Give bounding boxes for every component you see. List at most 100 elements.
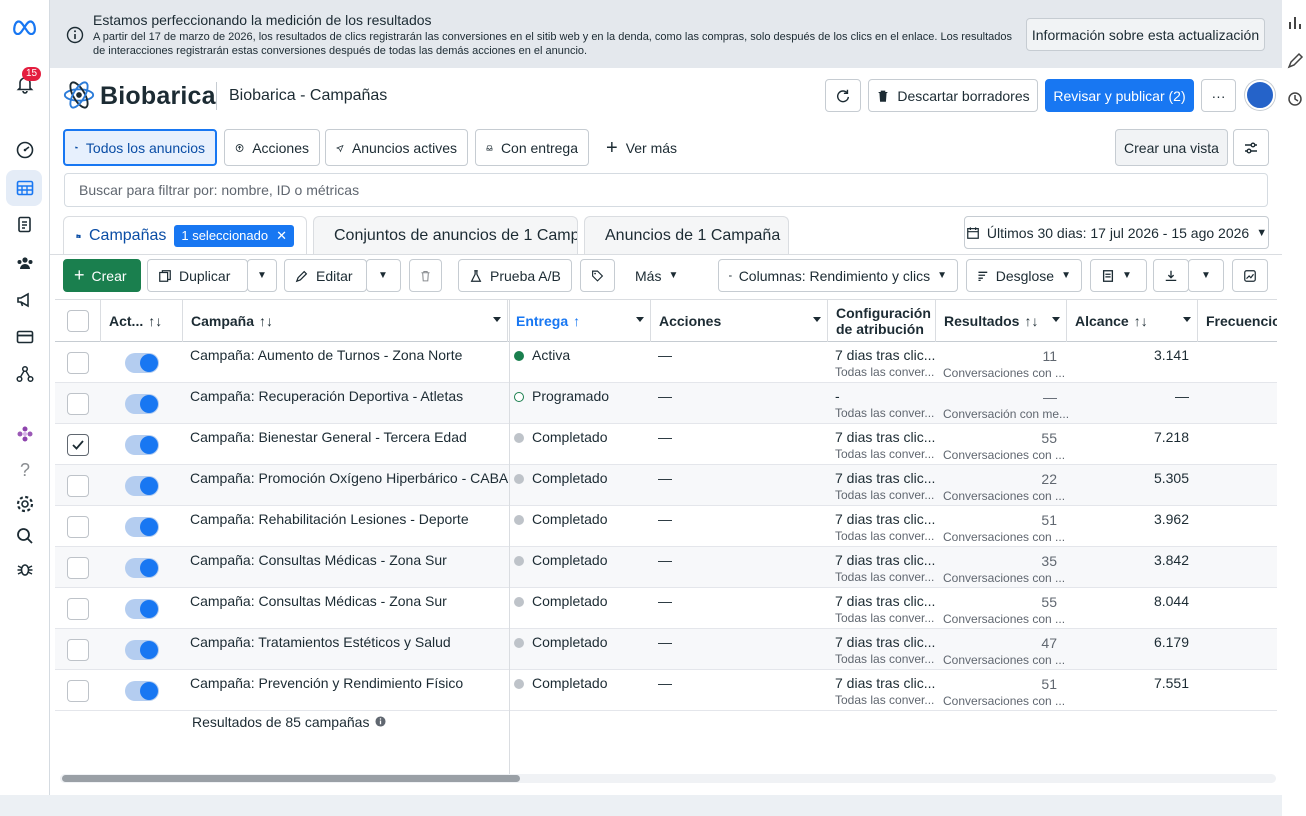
info-icon[interactable] (375, 714, 386, 730)
col-header-results[interactable]: Resultados ↑↓ (935, 300, 1066, 342)
table-row[interactable]: Campaña: Aumento de Turnos - Zona Norte A… (55, 342, 1277, 383)
tab-ads[interactable]: Anuncios de 1 Campaña (584, 216, 789, 254)
customize-filters-button[interactable] (1233, 129, 1269, 166)
row-checkbox[interactable] (67, 352, 89, 374)
business-network-icon[interactable] (13, 362, 37, 386)
dashboard-icon[interactable] (13, 138, 37, 162)
audiences-icon[interactable] (13, 251, 37, 275)
tag-button[interactable] (580, 259, 615, 292)
reports-dropdown[interactable]: ▼ (1090, 259, 1147, 292)
row-checkbox[interactable] (67, 557, 89, 579)
campaign-toggle[interactable] (125, 558, 159, 578)
filter-with-delivery[interactable]: Con entrega (475, 129, 589, 166)
search-input[interactable]: Buscar para filtrar por: nombre, ID o mé… (64, 173, 1268, 207)
selection-chip[interactable]: 1 seleccionado ✕ (174, 224, 294, 247)
filter-active-ads[interactable]: Anuncios actives (325, 129, 468, 166)
row-checkbox[interactable] (67, 475, 89, 497)
tab-campaigns[interactable]: A Campañas 1 seleccionado ✕ (63, 216, 307, 254)
create-button[interactable]: + Crear (63, 259, 141, 292)
breakdown-dropdown[interactable]: Desglose ▼ (966, 259, 1082, 292)
campaign-toggle[interactable] (125, 640, 159, 660)
export-button[interactable] (1153, 259, 1189, 292)
more-actions-dropdown[interactable]: Más ▼ (625, 259, 695, 292)
avatar[interactable] (1245, 80, 1275, 110)
meta-logo-icon[interactable] (10, 14, 40, 38)
campaign-name[interactable]: Campaña: Tratamientos Estéticos y Salud (190, 634, 451, 650)
table-row[interactable]: Campaña: Rehabilitación Lesiones - Depor… (55, 506, 1277, 547)
campaign-toggle[interactable] (125, 394, 159, 414)
campaign-name[interactable]: Campaña: Consultas Médicas - Zona Sur (190, 552, 447, 568)
see-more-filters[interactable]: + Ver más (596, 129, 687, 166)
table-row[interactable]: Campaña: Consultas Médicas - Zona Sur Com… (55, 588, 1277, 629)
col-header-actions[interactable]: Acciones (650, 300, 827, 342)
date-range-picker[interactable]: Últimos 30 dias: 17 jul 2026 - 15 ago 20… (964, 216, 1269, 249)
ab-test-button[interactable]: Prueba A/B (458, 259, 572, 292)
table-row[interactable]: Campaña: Promoción Oxígeno Hiperbárico -… (55, 465, 1277, 506)
refresh-button[interactable] (825, 79, 861, 112)
campaign-toggle[interactable] (125, 599, 159, 619)
campaign-name[interactable]: Campaña: Bienestar General - Tercera Eda… (190, 429, 467, 445)
more-options-button[interactable]: ··· (1201, 79, 1236, 112)
filter-all-ads[interactable]: Todos los anuncios (63, 129, 217, 166)
campaigns-table-icon[interactable] (13, 176, 37, 200)
chart-bars-icon[interactable] (1286, 14, 1304, 32)
col-header-campaign[interactable]: Campaña ↑↓ (182, 300, 507, 342)
col-header-delivery[interactable]: Entrega ↑ (507, 300, 650, 342)
campaign-toggle[interactable] (125, 353, 159, 373)
col-header-frequency[interactable]: Frecuencio (1197, 300, 1277, 342)
table-row[interactable]: Campaña: Consultas Médicas - Zona Sur Com… (55, 547, 1277, 588)
campaign-name[interactable]: Campaña: Recuperación Deportiva - Atleta… (190, 388, 463, 404)
campaign-toggle[interactable] (125, 476, 159, 496)
history-icon[interactable] (1286, 90, 1304, 108)
col-header-active[interactable]: Act... ↑↓ (100, 300, 182, 342)
apps-flower-icon[interactable] (13, 422, 37, 446)
delete-button[interactable] (409, 259, 442, 292)
megaphone-icon[interactable] (13, 288, 37, 312)
checkmark-icon (72, 440, 84, 450)
tab-ad-sets[interactable]: Conjuntos de anuncios de 1 Camp (313, 216, 578, 254)
select-all-checkbox[interactable] (67, 310, 89, 332)
table-row[interactable]: Campaña: Bienestar General - Tercera Eda… (55, 424, 1277, 465)
help-icon[interactable]: ? (13, 458, 37, 482)
col-header-attribution[interactable]: Configuración de atribución (827, 300, 935, 342)
settings-icon[interactable] (13, 492, 37, 516)
row-checkbox[interactable] (67, 434, 89, 456)
charts-button[interactable] (1232, 259, 1268, 292)
campaign-name[interactable]: Campaña: Prevención y Rendimiento Físico (190, 675, 463, 691)
row-checkbox[interactable] (67, 639, 89, 661)
table-row[interactable]: Campaña: Tratamientos Estéticos y Salud C… (55, 629, 1277, 670)
campaign-toggle[interactable] (125, 517, 159, 537)
campaign-name[interactable]: Campaña: Aumento de Turnos - Zona Norte (190, 347, 462, 363)
campaign-toggle[interactable] (125, 681, 159, 701)
campaign-name[interactable]: Campaña: Promoción Oxígeno Hiperbárico -… (190, 470, 508, 486)
update-info-button[interactable]: Información sobre esta actualización (1026, 18, 1265, 51)
duplicate-dropdown[interactable]: ▼ (247, 259, 277, 292)
edit-button[interactable]: Editar (284, 259, 367, 292)
bug-icon[interactable] (13, 557, 37, 581)
columns-dropdown[interactable]: Columnas: Rendimiento y clics ▼ (718, 259, 958, 292)
row-checkbox[interactable] (67, 680, 89, 702)
review-publish-button[interactable]: Revisar y publicar (2) (1045, 79, 1194, 112)
duplicate-button[interactable]: Duplicar (147, 259, 248, 292)
close-icon[interactable]: ✕ (276, 228, 287, 244)
campaign-name[interactable]: Campaña: Consultas Médicas - Zona Sur (190, 593, 447, 609)
table-row[interactable]: Campaña: Prevención y Rendimiento Físico… (55, 670, 1277, 711)
row-checkbox[interactable] (67, 516, 89, 538)
pencil-icon[interactable] (1286, 52, 1304, 70)
row-checkbox[interactable] (67, 393, 89, 415)
campaign-toggle[interactable] (125, 435, 159, 455)
export-dropdown[interactable]: ▼ (1188, 259, 1224, 292)
col-header-reach[interactable]: Alcance ↑↓ (1066, 300, 1197, 342)
table-row[interactable]: Campaña: Recuperación Deportiva - Atleta… (55, 383, 1277, 424)
create-view-button[interactable]: Crear una vista (1115, 129, 1228, 166)
document-icon[interactable] (13, 213, 37, 237)
campaign-name[interactable]: Campaña: Rehabilitación Lesiones - Depor… (190, 511, 469, 527)
discard-drafts-button[interactable]: Descartar borradores (868, 79, 1038, 112)
search-icon[interactable] (13, 524, 37, 548)
filter-actions[interactable]: Acciones (224, 129, 320, 166)
billing-card-icon[interactable] (13, 325, 37, 349)
edit-dropdown[interactable]: ▼ (366, 259, 401, 292)
scrollbar-thumb[interactable] (62, 775, 520, 782)
results-value: 55 (1041, 430, 1057, 446)
row-checkbox[interactable] (67, 598, 89, 620)
